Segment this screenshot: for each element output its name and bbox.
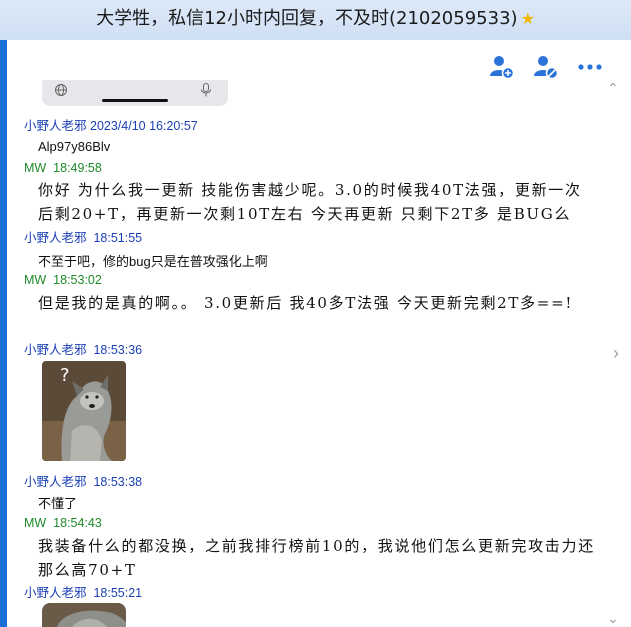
message-time: 18:55:21 — [93, 586, 143, 600]
sender-line: MW 18:49:58 — [24, 161, 102, 175]
block-user-icon[interactable] — [533, 54, 559, 80]
sender-name: MW — [24, 516, 47, 530]
message-text: 我装备什么的都没换，之前我排行榜前10的，我说他们怎么更新完攻击力还那么高70+… — [38, 537, 595, 579]
sender-line: 小野人老邪 18:53:36 — [24, 339, 142, 358]
sender-line: MW 18:54:43 — [24, 516, 102, 530]
sender-line: 小野人老邪 18:55:21 — [24, 582, 142, 601]
sender-line: MW 18:53:02 — [24, 273, 102, 287]
message-time: 18:53:36 — [93, 343, 143, 357]
message-text: 不懂了 — [38, 496, 78, 511]
message-list[interactable]: 小野人老邪 2023/4/10 16:20:57 Alp97y86Blv MW … — [7, 80, 605, 627]
home-indicator — [102, 99, 168, 102]
scroll-down-icon[interactable]: ⌄ — [607, 610, 619, 627]
sender-name: 小野人老邪 — [24, 119, 87, 133]
sender-line: 小野人老邪 2023/4/10 16:20:57 — [24, 115, 198, 134]
message-time: 2023/4/10 16:20:57 — [90, 119, 198, 133]
window-title: 大学牲，私信12小时内回复，不及时(2102059533) ★ — [0, 0, 631, 38]
message-time: 18:49:58 — [53, 161, 102, 175]
title-bar: 大学牲，私信12小时内回复，不及时(2102059533) ★ — [0, 0, 631, 40]
message-text: 不至于吧，修的bug只是在普攻强化上啊 — [38, 254, 268, 269]
sender-name: 小野人老邪 — [24, 343, 87, 357]
add-friend-icon[interactable] — [489, 54, 515, 80]
message-time: 18:53:38 — [93, 475, 143, 489]
sender-name: MW — [24, 161, 47, 175]
left-accent-strip — [0, 40, 7, 627]
microphone-icon — [201, 83, 211, 97]
message-time: 18:54:43 — [53, 516, 102, 530]
message-text: 但是我的是真的啊。。 3.0更新后 我40多T法强 今天更新完剩2T多==! — [38, 294, 574, 312]
message-time: 18:53:02 — [53, 273, 102, 287]
sender-name: 小野人老邪 — [24, 586, 87, 600]
globe-icon — [55, 84, 67, 96]
message-text: 你好 为什么我一更新 技能伤害越少呢。3.0的时候我40T法强，更新一次后剩20… — [38, 181, 582, 223]
sender-name: MW — [24, 273, 47, 287]
chat-panel: 小野人老邪 2023/4/10 16:20:57 Alp97y86Blv MW … — [7, 40, 631, 627]
expand-panel-icon[interactable]: › — [607, 336, 625, 370]
confused-wolf-photo[interactable]: ? — [42, 361, 126, 461]
more-icon[interactable] — [577, 54, 603, 80]
sender-line: 小野人老邪 18:53:38 — [24, 471, 142, 490]
window-title-text: 大学牲，私信12小时内回复，不及时(2102059533) — [96, 8, 518, 29]
scroll-up-icon[interactable]: ⌃ — [607, 80, 619, 97]
svg-text:?: ? — [60, 365, 70, 386]
star-icon: ★ — [520, 9, 535, 28]
message-time: 18:51:55 — [93, 231, 143, 245]
sender-name: 小野人老邪 — [24, 231, 87, 245]
wolf-photo-partial[interactable] — [42, 603, 126, 627]
message-text: Alp97y86Blv — [38, 139, 111, 154]
sender-line: 小野人老邪 18:51:55 — [24, 227, 142, 246]
sender-name: 小野人老邪 — [24, 475, 87, 489]
phone-keyboard-preview — [42, 80, 228, 106]
